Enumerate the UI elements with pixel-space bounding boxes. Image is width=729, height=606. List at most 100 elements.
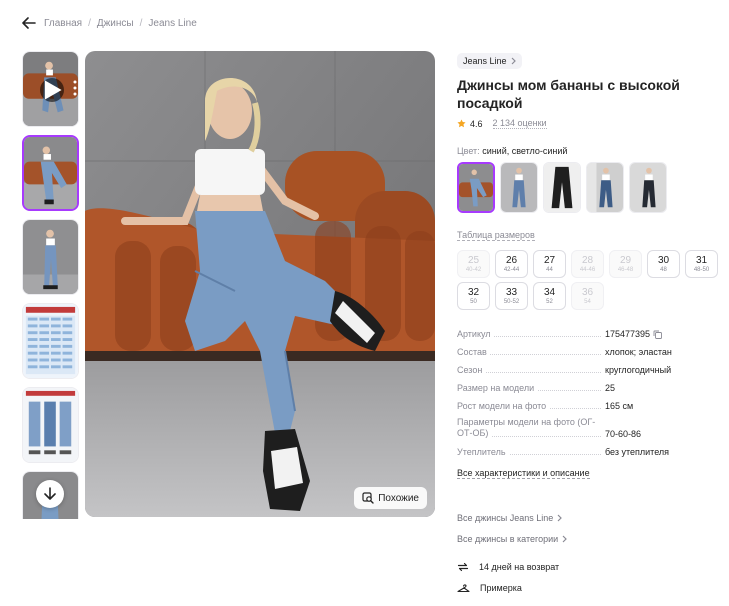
size-option-30[interactable]: 30 48 bbox=[647, 250, 680, 278]
thumbnail-selected[interactable] bbox=[22, 135, 79, 211]
size-option-26[interactable]: 26 42-44 bbox=[495, 250, 528, 278]
param-key: Артикул bbox=[457, 329, 605, 339]
size-number: 31 bbox=[695, 254, 708, 266]
param-value: без утеплителя bbox=[605, 447, 670, 457]
thumbnail-video[interactable] bbox=[22, 51, 79, 127]
breadcrumb-brand[interactable]: Jeans Line bbox=[148, 18, 196, 29]
size-option-27[interactable]: 27 44 bbox=[533, 250, 566, 278]
size-ru: 54 bbox=[584, 298, 591, 305]
size-number: 29 bbox=[619, 254, 632, 266]
rating-value: 4.6 bbox=[470, 118, 483, 129]
size-option-25[interactable]: 25 40-42 bbox=[457, 250, 490, 278]
brand-all-link[interactable]: Все джинсы Jeans Line bbox=[457, 513, 563, 523]
fitting-feature: Примерка bbox=[457, 583, 522, 593]
param-key: Рост модели на фото bbox=[457, 401, 605, 411]
param-row: Состав хлопок; эластан bbox=[457, 345, 719, 357]
param-value: 25 bbox=[605, 383, 616, 393]
param-row: Сезон круглогодичный bbox=[457, 363, 719, 375]
back-button[interactable] bbox=[20, 14, 38, 32]
breadcrumb-separator: / bbox=[139, 17, 143, 29]
param-value: круглогодичный bbox=[605, 365, 672, 375]
param-row: Артикул 175477395 bbox=[457, 327, 719, 339]
reviews-link[interactable]: 2 134 оценки bbox=[492, 118, 547, 129]
chevron-right-icon bbox=[557, 514, 563, 522]
rating-row: 4.6 2 134 оценки bbox=[457, 118, 719, 129]
color-swatch-graphite[interactable] bbox=[629, 162, 667, 213]
param-key: Состав bbox=[457, 347, 605, 357]
size-ru: 50-52 bbox=[503, 298, 520, 305]
param-key: Сезон bbox=[457, 365, 605, 375]
size-number: 26 bbox=[505, 254, 518, 266]
color-label: Цвет: синий, светло-синий bbox=[457, 146, 719, 156]
param-row: Параметры модели на фото (ОГ-ОТ-ОБ) 70-60… bbox=[457, 417, 719, 439]
param-value: 70-60-86 bbox=[605, 429, 642, 439]
size-ru: 46-48 bbox=[617, 266, 634, 273]
size-number: 30 bbox=[657, 254, 670, 266]
main-product-photo[interactable]: Похожие bbox=[85, 51, 435, 517]
search-image-icon bbox=[362, 492, 374, 504]
product-title: Джинсы мом бананы с высокой посадкой bbox=[457, 77, 680, 111]
return-label: 14 дней на возврат bbox=[479, 562, 560, 572]
size-ru: 48-50 bbox=[693, 266, 710, 273]
breadcrumb-category[interactable]: Джинсы bbox=[97, 18, 134, 29]
size-ru: 44 bbox=[546, 266, 553, 273]
brand-link[interactable]: Jeans Line bbox=[457, 53, 522, 69]
color-label-text: Цвет: bbox=[457, 146, 480, 156]
return-arrows-icon bbox=[457, 562, 469, 572]
thumbnail-height-guide[interactable] bbox=[22, 387, 79, 463]
color-swatch-black[interactable] bbox=[543, 162, 581, 213]
chevron-right-icon bbox=[562, 535, 568, 543]
play-button[interactable] bbox=[40, 78, 64, 102]
size-number: 32 bbox=[467, 286, 480, 298]
size-ru: 44-46 bbox=[579, 266, 596, 273]
play-icon bbox=[44, 80, 62, 100]
thumbnail-size-chart[interactable] bbox=[22, 303, 79, 379]
size-ru: 42-44 bbox=[503, 266, 520, 273]
size-number: 28 bbox=[581, 254, 594, 266]
breadcrumb-home[interactable]: Главная bbox=[44, 18, 82, 29]
color-swatch-blue[interactable] bbox=[457, 162, 495, 213]
brand-all-label: Все джинсы Jeans Line bbox=[457, 513, 554, 523]
size-option-36[interactable]: 36 54 bbox=[571, 282, 604, 310]
size-option-33[interactable]: 33 50-52 bbox=[495, 282, 528, 310]
breadcrumb-separator: / bbox=[88, 17, 91, 29]
param-row: Размер на модели 25 bbox=[457, 381, 719, 393]
size-number: 33 bbox=[505, 286, 518, 298]
size-number: 36 bbox=[581, 286, 594, 298]
hanger-icon bbox=[457, 584, 470, 593]
category-all-link[interactable]: Все джинсы в категории bbox=[457, 534, 568, 544]
param-row: Рост модели на фото 165 см bbox=[457, 399, 719, 411]
all-specs-link[interactable]: Все характеристики и описание bbox=[457, 468, 590, 479]
size-option-32[interactable]: 32 50 bbox=[457, 282, 490, 310]
size-selector: 25 40-42 26 42-44 27 44 28 44-46 29 46-48 30 48 31 48… bbox=[457, 250, 725, 310]
size-number: 25 bbox=[467, 254, 480, 266]
thumbnail-standing[interactable] bbox=[22, 219, 79, 295]
product-info: Jeans Line Джинсы мом бананы с высокой п… bbox=[457, 51, 719, 481]
similar-button[interactable]: Похожие bbox=[354, 487, 427, 509]
size-ru: 48 bbox=[660, 266, 667, 273]
param-value: хлопок; эластан bbox=[605, 347, 672, 357]
product-params: Артикул 175477395 Состав хлопок; эластан Сез… bbox=[457, 327, 719, 457]
similar-label: Похожие bbox=[378, 492, 419, 504]
color-swatch-light-blue[interactable] bbox=[500, 162, 538, 213]
thumbnail-gallery bbox=[22, 51, 80, 519]
color-value: синий, светло-синий bbox=[482, 146, 568, 156]
size-table-link[interactable]: Таблица размеров bbox=[457, 230, 535, 241]
size-option-29[interactable]: 29 46-48 bbox=[609, 250, 642, 278]
param-value: 175477395 bbox=[605, 329, 719, 339]
param-row: Утеплитель без утеплителя bbox=[457, 445, 719, 457]
color-swatch-dark-blue[interactable] bbox=[586, 162, 624, 213]
size-option-31[interactable]: 31 48-50 bbox=[685, 250, 718, 278]
size-option-34[interactable]: 34 52 bbox=[533, 282, 566, 310]
chevron-right-icon bbox=[511, 57, 516, 65]
size-ru: 40-42 bbox=[465, 266, 482, 273]
product-photo bbox=[85, 51, 435, 517]
color-swatches bbox=[457, 162, 719, 213]
size-number: 27 bbox=[543, 254, 556, 266]
copy-icon[interactable] bbox=[653, 330, 663, 339]
size-ru: 50 bbox=[470, 298, 477, 305]
size-option-28[interactable]: 28 44-46 bbox=[571, 250, 604, 278]
fitting-label: Примерка bbox=[480, 583, 522, 593]
scroll-down-button[interactable] bbox=[36, 480, 64, 508]
star-icon bbox=[457, 119, 466, 128]
